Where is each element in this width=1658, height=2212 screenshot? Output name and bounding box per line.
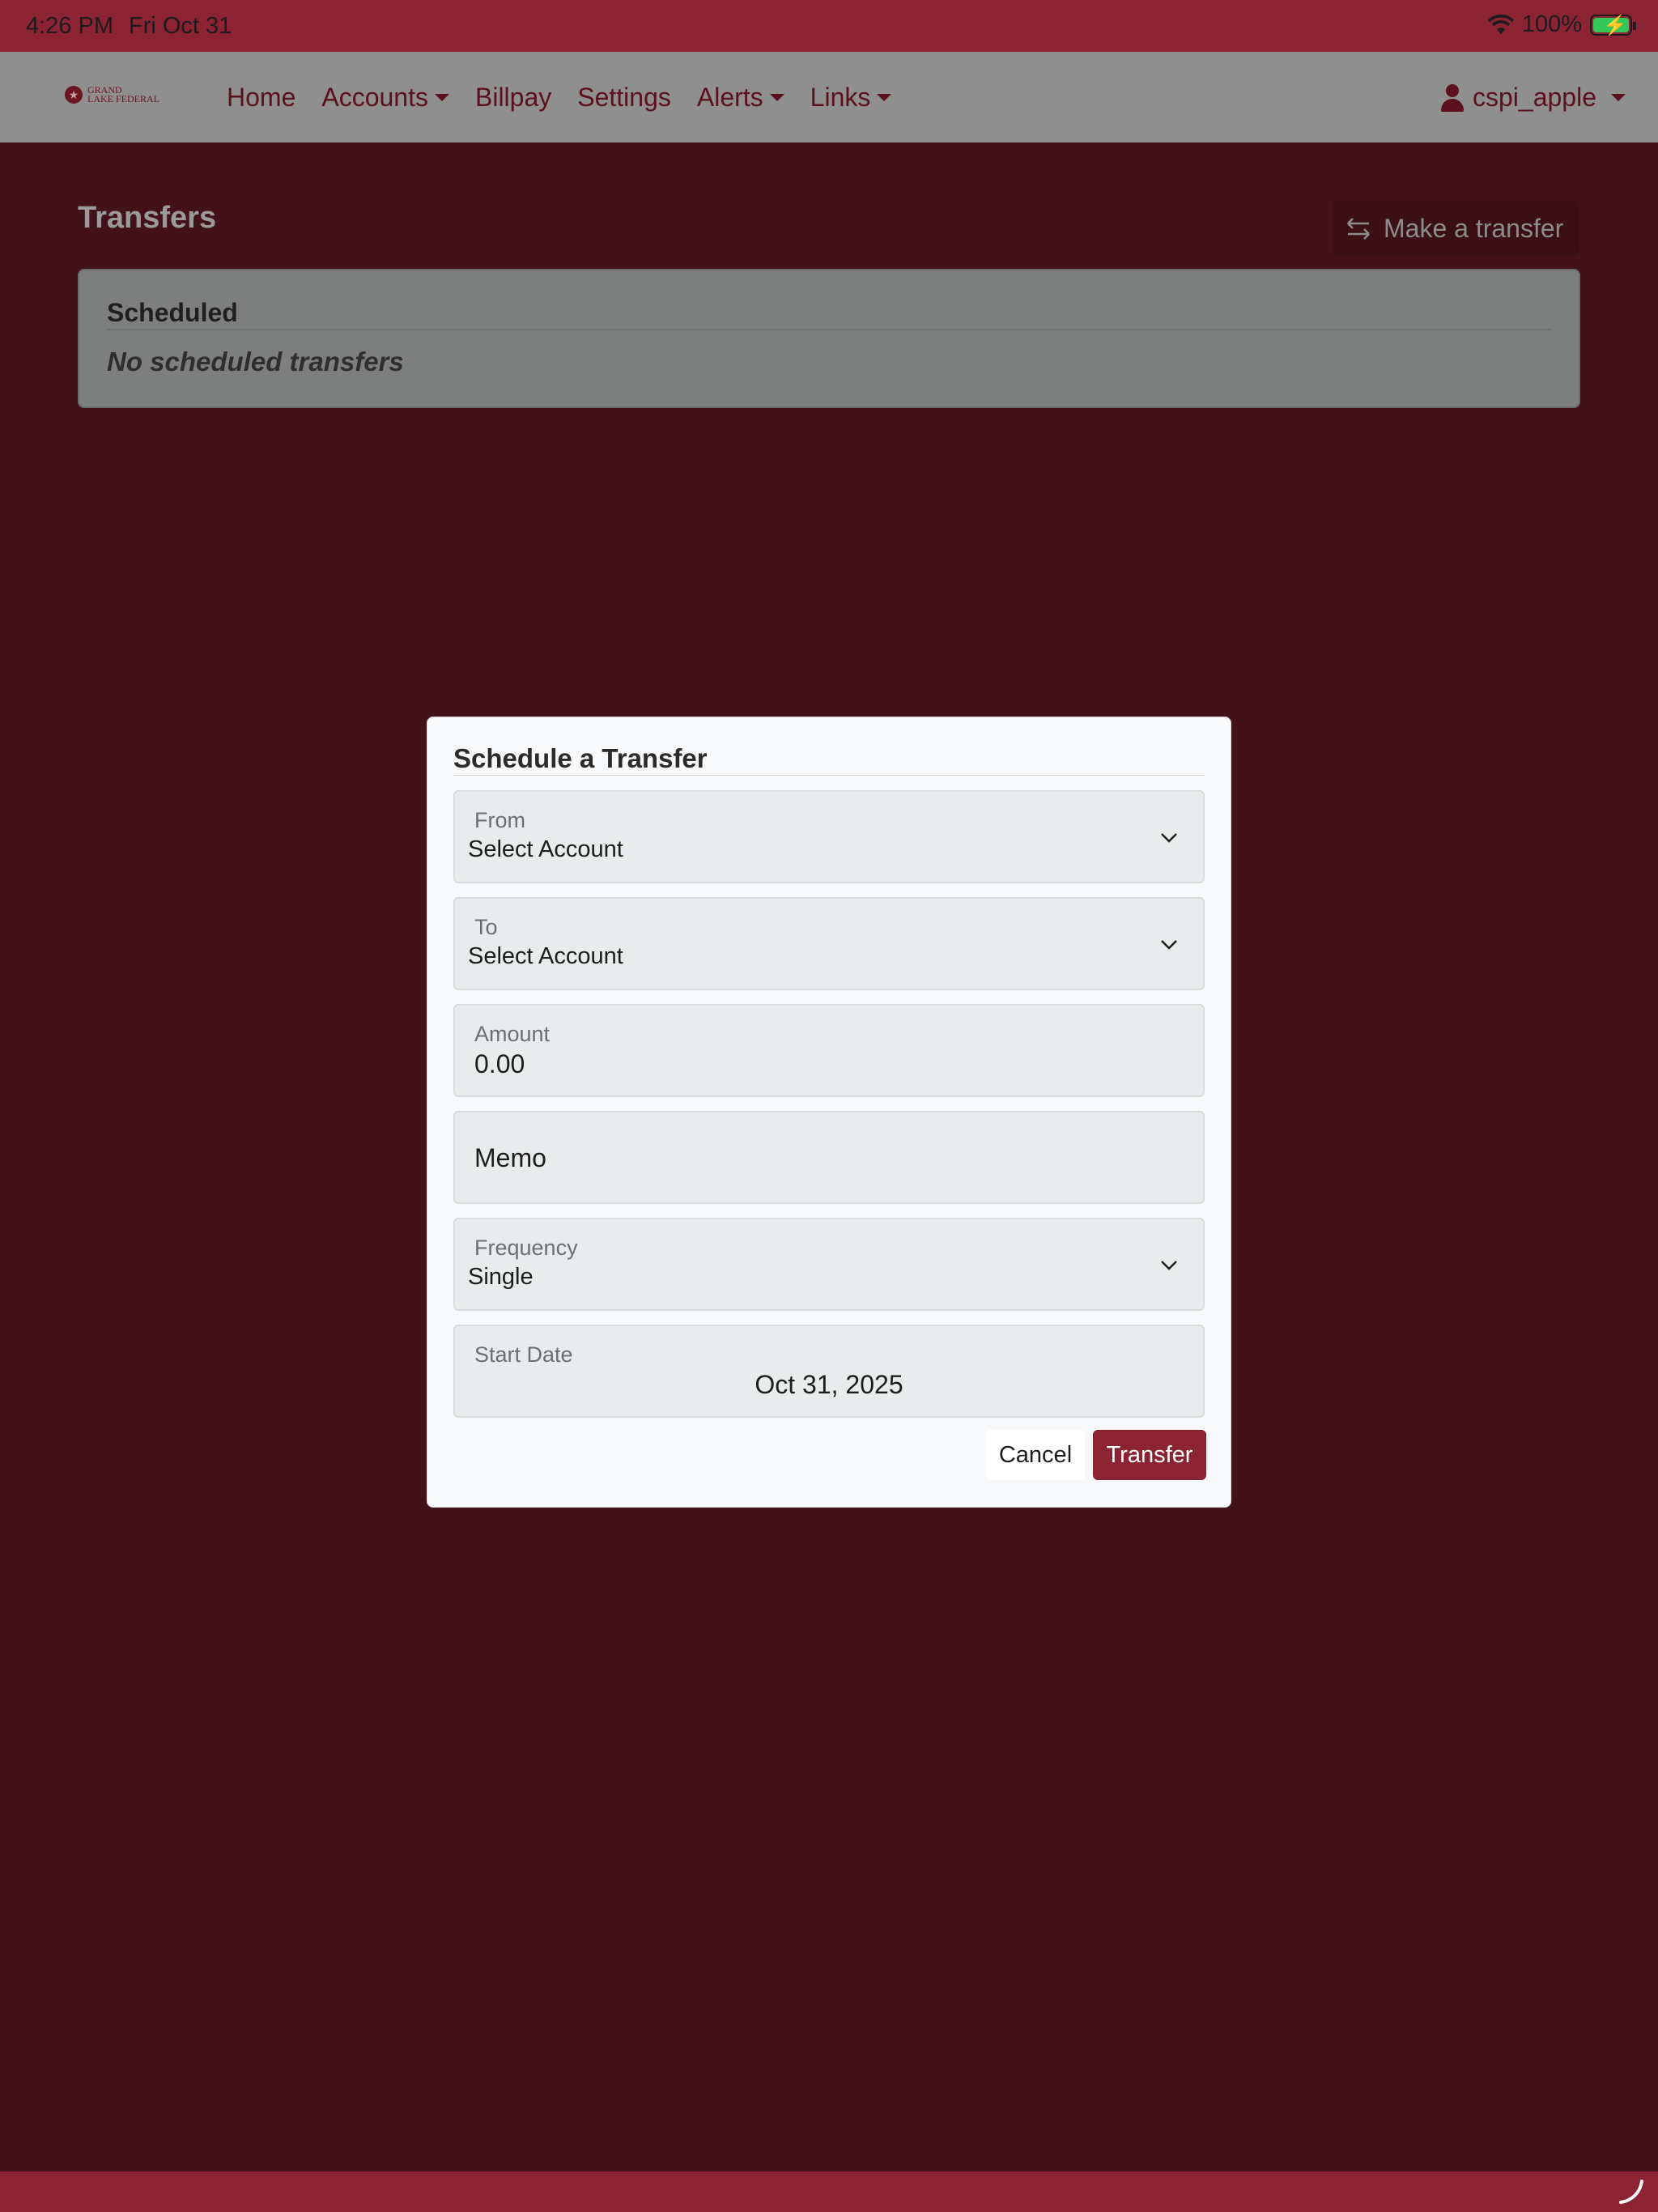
cancel-button[interactable]: Cancel: [986, 1430, 1085, 1480]
divider: [453, 775, 1205, 776]
scheduled-card: Scheduled No scheduled transfers: [78, 269, 1580, 408]
make-transfer-button[interactable]: Make a transfer: [1332, 201, 1579, 256]
nav-home[interactable]: Home: [227, 83, 295, 113]
nav-billpay[interactable]: Billpay: [475, 83, 551, 113]
bottom-bar: [0, 2172, 1658, 2212]
scheduled-heading: Scheduled: [107, 298, 238, 327]
amount-input[interactable]: Amount 0.00: [453, 1004, 1205, 1097]
username: cspi_apple: [1473, 83, 1596, 112]
star-logo-icon: ★: [65, 86, 83, 104]
empty-state-text: No scheduled transfers: [107, 347, 404, 376]
status-bar: 4:26 PM Fri Oct 31 100% ⚡: [0, 0, 1658, 52]
caret-down-icon: [434, 94, 449, 101]
to-label: To: [474, 915, 498, 939]
memo-placeholder: Memo: [474, 1143, 546, 1172]
battery-percent: 100%: [1521, 11, 1582, 37]
nav-links[interactable]: Links: [810, 83, 892, 113]
top-navbar: ★ GRAND LAKE FEDERAL Home Accounts Billpa…: [0, 52, 1658, 143]
from-label: From: [474, 808, 525, 832]
user-icon: [1440, 83, 1465, 112]
chevron-down-icon: [1161, 833, 1177, 843]
chevron-down-icon: [1161, 940, 1177, 950]
start-date-label: Start Date: [474, 1342, 573, 1367]
start-date-picker[interactable]: Start Date Oct 31, 2025: [453, 1325, 1205, 1418]
wifi-icon: [1487, 14, 1514, 34]
make-transfer-label: Make a transfer: [1384, 213, 1564, 243]
frequency-label: Frequency: [474, 1236, 578, 1260]
battery-charging-icon: ⚡: [1590, 14, 1636, 36]
transfer-button[interactable]: Transfer: [1093, 1430, 1206, 1480]
frequency-value: Single: [468, 1264, 534, 1290]
nav-alerts[interactable]: Alerts: [697, 83, 784, 113]
amount-value: 0.00: [474, 1049, 525, 1078]
caret-down-icon: [877, 94, 892, 101]
phone-icon: [1619, 2180, 1643, 2204]
chevron-down-icon: [1161, 1261, 1177, 1270]
nav-accounts[interactable]: Accounts: [321, 83, 449, 113]
from-value: Select Account: [468, 836, 623, 862]
caret-down-icon: [769, 94, 784, 101]
nav-settings[interactable]: Settings: [577, 83, 671, 113]
amount-label: Amount: [474, 1022, 551, 1046]
divider: [107, 329, 1551, 330]
to-value: Select Account: [468, 943, 623, 969]
user-menu[interactable]: cspi_apple: [1440, 83, 1626, 113]
memo-input[interactable]: Memo: [453, 1111, 1205, 1204]
frequency-select[interactable]: Frequency Single: [453, 1218, 1205, 1311]
logo-text: GRAND LAKE FEDERAL: [87, 84, 159, 104]
bank-logo[interactable]: ★ GRAND LAKE FEDERAL: [65, 84, 159, 104]
status-date: Fri Oct 31: [129, 13, 232, 39]
schedule-transfer-modal: Schedule a Transfer From Select Account …: [427, 717, 1231, 1508]
status-right: 100% ⚡: [1487, 11, 1636, 38]
start-date-value: Oct 31, 2025: [755, 1370, 903, 1399]
transfer-arrows-icon: [1347, 218, 1370, 240]
status-time: 4:26 PM: [26, 13, 113, 39]
nav-menu: Home Accounts Billpay Settings Alerts Li…: [227, 83, 892, 113]
page-title: Transfers: [78, 201, 217, 235]
to-account-select[interactable]: To Select Account: [453, 897, 1205, 990]
from-account-select[interactable]: From Select Account: [453, 790, 1205, 883]
caret-down-icon: [1611, 94, 1626, 101]
modal-title: Schedule a Transfer: [453, 743, 708, 773]
